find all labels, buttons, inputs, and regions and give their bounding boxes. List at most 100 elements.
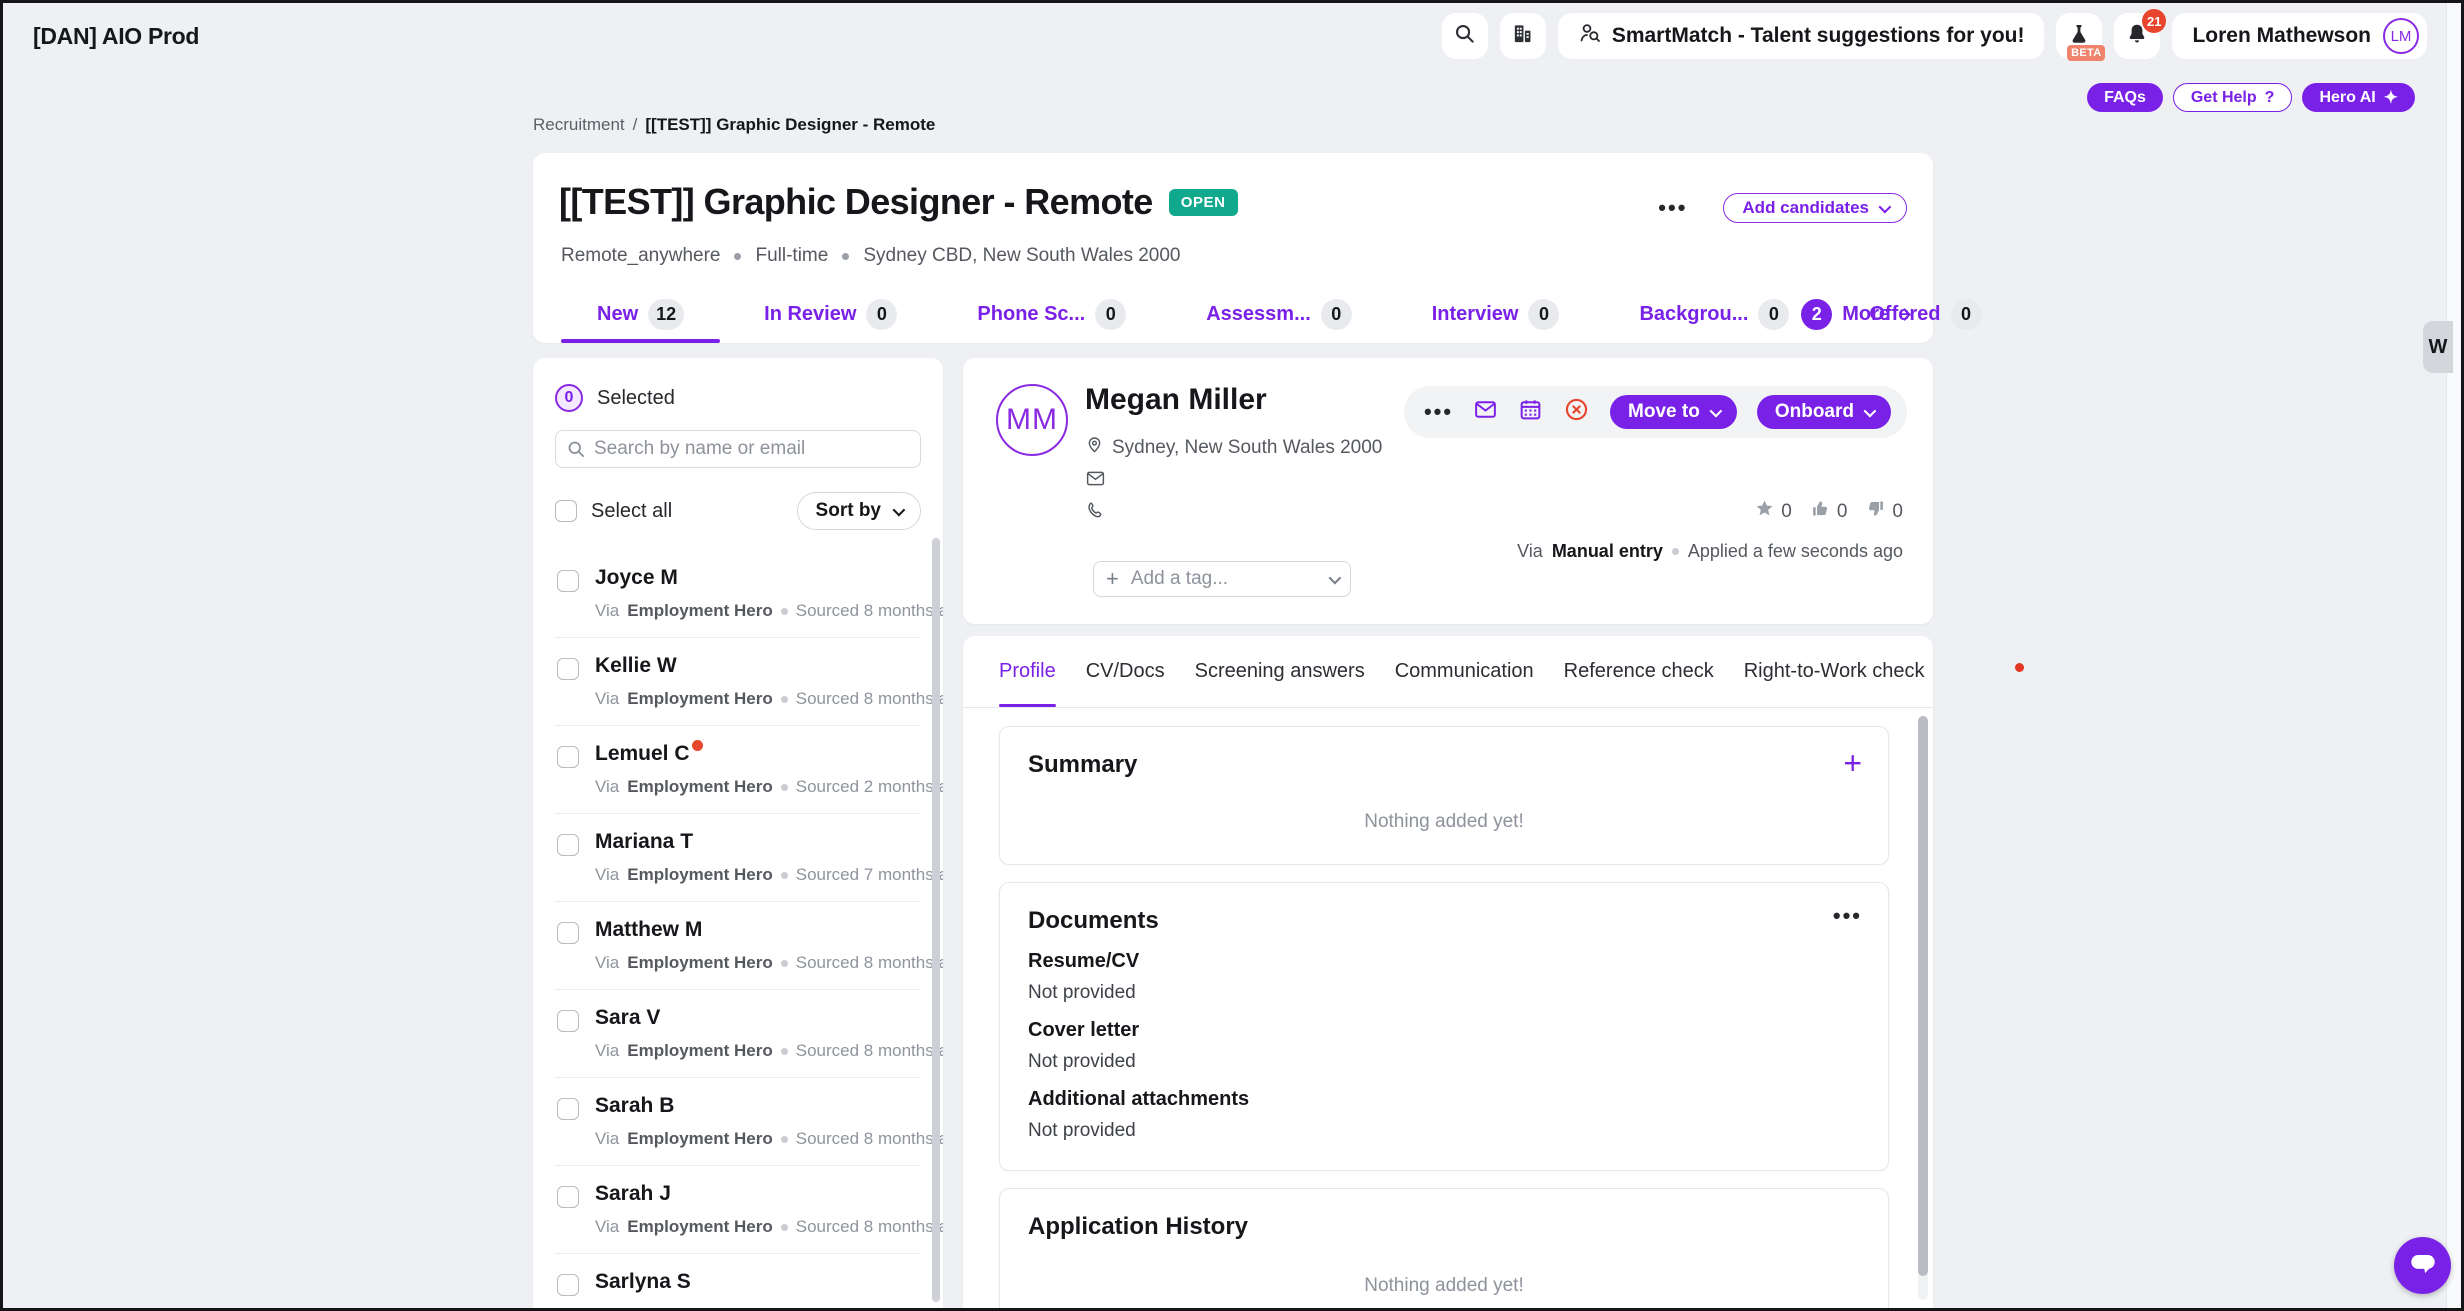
documents-more-menu-button[interactable]: •••	[1833, 905, 1862, 927]
candidate-checkbox[interactable]	[557, 1274, 579, 1296]
documents-title: Documents	[1028, 907, 1860, 935]
add-candidates-label: Add candidates	[1742, 198, 1869, 218]
detail-tab-screening-answers[interactable]: Screening answers	[1195, 636, 1365, 707]
hero-ai-button[interactable]: Hero AI ✦	[2302, 83, 2415, 112]
candidate-row[interactable]: Matthew MViaEmployment HeroSourced 8 mon…	[555, 902, 921, 990]
stage-tab-assessm[interactable]: Assessm...0	[1166, 285, 1392, 343]
detail-scrollbar[interactable]	[1918, 716, 1928, 1300]
separator-dot	[781, 696, 788, 703]
candidate-checkbox[interactable]	[557, 922, 579, 944]
detail-tab-right-to-work-check[interactable]: Right-to-Work check	[1744, 636, 1925, 707]
candidate-checkbox[interactable]	[557, 1010, 579, 1032]
select-all-checkbox[interactable]	[555, 500, 577, 522]
user-menu[interactable]: Loren Mathewson LM	[2172, 13, 2427, 59]
chevron-right-icon	[1898, 308, 1911, 321]
smartmatch-label: SmartMatch - Talent suggestions for you!	[1612, 24, 2025, 48]
separator-dot	[781, 608, 788, 615]
stage-tab-phone-sc[interactable]: Phone Sc...0	[937, 285, 1166, 343]
detail-tab-profile[interactable]: Profile	[999, 636, 1056, 707]
detail-tab-reference-check[interactable]: Reference check	[1564, 636, 1714, 707]
candidate-row[interactable]: Sara VViaEmployment HeroSourced 8 months…	[555, 990, 921, 1078]
onboard-button[interactable]: Onboard	[1757, 395, 1891, 429]
candidate-full-name: Megan Miller	[1085, 383, 1267, 417]
stage-tab-backgrou[interactable]: Backgrou...0	[1599, 285, 1829, 343]
candidate-checkbox[interactable]	[557, 1098, 579, 1120]
move-to-button[interactable]: Move to	[1610, 395, 1737, 429]
sourced-time: Sourced 2 months ago	[796, 777, 943, 797]
thumb-up-rating[interactable]: 0	[1810, 498, 1848, 525]
smartmatch-button[interactable]: SmartMatch - Talent suggestions for you!	[1558, 13, 2045, 59]
application-history-title: Application History	[1028, 1213, 1860, 1241]
candidate-checkbox[interactable]	[557, 570, 579, 592]
more-tabs-count-badge: 2	[1801, 299, 1832, 330]
separator-dot	[781, 960, 788, 967]
chat-widget-button[interactable]	[2394, 1237, 2451, 1294]
candidate-checkbox[interactable]	[557, 834, 579, 856]
stage-more-tabs[interactable]: 2 More	[1801, 299, 1909, 330]
candidate-source: ViaEmployment HeroSourced 2 months ago	[595, 777, 943, 797]
candidate-row[interactable]: Sarah JViaEmployment HeroSourced 8 month…	[555, 1166, 921, 1254]
send-email-icon[interactable]	[1473, 397, 1498, 427]
candidate-list-panel: 0 Selected Select all Sort by Joyce MVia…	[533, 358, 943, 1308]
candidate-row[interactable]: Mariana TViaEmployment HeroSourced 7 mon…	[555, 814, 921, 902]
browser-extension-tab[interactable]: W	[2423, 321, 2453, 373]
notification-dot	[692, 740, 703, 751]
job-more-menu-button[interactable]: •••	[1658, 197, 1687, 219]
candidate-checkbox[interactable]	[557, 1186, 579, 1208]
thumb-down-rating[interactable]: 0	[1865, 498, 1903, 525]
via-label: Via	[595, 1129, 619, 1149]
add-summary-button[interactable]: +	[1843, 747, 1862, 779]
get-help-label: Get Help	[2191, 89, 2257, 107]
application-source: Via Manual entry Applied a few seconds a…	[1517, 541, 1903, 562]
labs-button[interactable]: BETA	[2056, 13, 2102, 59]
candidate-more-menu-button[interactable]: •••	[1424, 401, 1453, 423]
notification-count-badge: 21	[2142, 9, 2166, 33]
via-label: Via	[595, 953, 619, 973]
add-tag-input[interactable]: + Add a tag...	[1093, 561, 1351, 597]
detail-tab-communication[interactable]: Communication	[1395, 636, 1534, 707]
candidate-checkbox[interactable]	[557, 658, 579, 680]
get-help-button[interactable]: Get Help ?	[2173, 83, 2293, 112]
candidate-row[interactable]: Sarah BViaEmployment HeroSourced 8 month…	[555, 1078, 921, 1166]
stage-tab-in-review[interactable]: In Review0	[724, 285, 937, 343]
add-candidates-button[interactable]: Add candidates	[1723, 193, 1907, 223]
faqs-button[interactable]: FAQs	[2087, 83, 2163, 112]
candidate-search-input[interactable]	[555, 430, 921, 468]
stage-tab-new[interactable]: New12	[557, 285, 724, 343]
plus-icon: +	[1106, 568, 1119, 590]
candidate-row[interactable]: Sarlyna SViaEmployment HeroSourced 8 mon…	[555, 1254, 921, 1308]
notifications-button[interactable]: 21	[2114, 13, 2160, 59]
breadcrumb-section[interactable]: Recruitment	[533, 115, 625, 135]
job-header-card: [[TEST]] Graphic Designer - Remote OPEN …	[533, 153, 1933, 343]
stage-tab-interview[interactable]: Interview0	[1392, 285, 1600, 343]
organisation-button[interactable]	[1500, 13, 1546, 59]
stage-tab-count-badge: 0	[1951, 299, 1982, 330]
sort-by-button[interactable]: Sort by	[797, 492, 921, 530]
detail-tab-cv-docs[interactable]: CV/Docs	[1086, 636, 1165, 707]
help-buttons: FAQs Get Help ? Hero AI ✦	[2087, 83, 2415, 112]
candidate-row[interactable]: Kellie WViaEmployment HeroSourced 8 mont…	[555, 638, 921, 726]
reject-candidate-icon[interactable]	[1563, 396, 1590, 428]
schedule-calendar-icon[interactable]	[1518, 397, 1543, 427]
topbar: [DAN] AIO Prod SmartMatch - Talent sugge…	[3, 3, 2445, 69]
candidate-row[interactable]: Lemuel CViaEmployment HeroSourced 2 mont…	[555, 726, 921, 814]
candidate-list-scrollbar[interactable]	[932, 538, 940, 1302]
sort-by-label: Sort by	[816, 500, 881, 522]
search-button[interactable]	[1442, 13, 1488, 59]
candidate-row[interactable]: Joyce MViaEmployment HeroSourced 8 month…	[555, 550, 921, 638]
phone-icon	[1085, 500, 1106, 526]
scrollbar-thumb[interactable]	[1918, 716, 1928, 1276]
documents-section: Documents ••• Resume/CVNot providedCover…	[999, 882, 1889, 1171]
star-rating[interactable]: 0	[1754, 498, 1792, 525]
stage-tabs: New12In Review0Phone Sc...0Assessm...0In…	[557, 285, 1909, 343]
candidate-detail-card: Profile CV/Docs Screening answers Communica…	[963, 636, 1933, 1308]
candidate-name: Sara V	[595, 1006, 660, 1029]
sourced-time: Sourced 8 months ago	[796, 1305, 943, 1308]
source-name: Employment Hero	[627, 1041, 772, 1061]
page-scrollbar[interactable]	[2446, 3, 2461, 1308]
candidate-checkbox[interactable]	[557, 746, 579, 768]
thumb-up-icon	[1810, 498, 1831, 525]
summary-title: Summary	[1028, 751, 1860, 779]
email-icon	[1085, 468, 1106, 494]
via-label: Via	[595, 601, 619, 621]
